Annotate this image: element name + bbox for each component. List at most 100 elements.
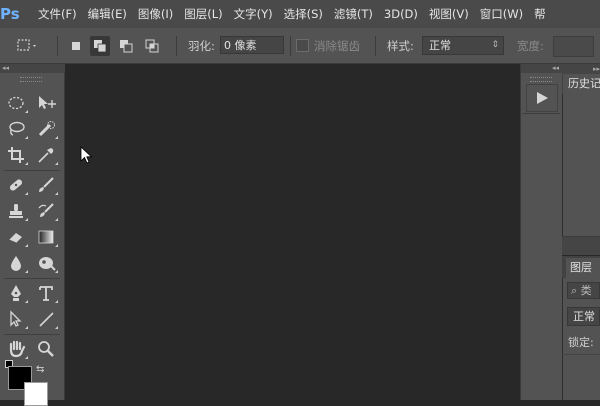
menu-edit[interactable]: 编辑(E) — [88, 0, 127, 28]
lasso-tool[interactable] — [4, 118, 28, 140]
style-select[interactable]: 正常 ⇕ — [422, 36, 504, 55]
dodge-icon — [39, 257, 56, 271]
type-icon — [39, 286, 53, 301]
separator — [290, 36, 291, 56]
type-tool[interactable] — [34, 282, 58, 304]
background-color-swatch[interactable] — [24, 382, 48, 406]
drop-icon — [11, 256, 21, 271]
anti-alias-checkbox[interactable] — [296, 39, 309, 52]
menu-filter[interactable]: 滤镜(T) — [334, 0, 373, 28]
new-selection-icon — [72, 42, 80, 50]
pen-icon — [11, 285, 21, 301]
eyedropper-icon — [38, 148, 54, 163]
clone-stamp-tool[interactable] — [4, 200, 28, 222]
strip-grip[interactable] — [530, 77, 552, 82]
layer-filter-label: 类 — [580, 284, 592, 297]
eyedropper-tool[interactable] — [34, 144, 58, 166]
path-selection-tool[interactable] — [4, 308, 28, 330]
eraser-tool[interactable] — [4, 226, 28, 248]
brush-tool[interactable] — [34, 174, 58, 196]
tool-group-indicator — [55, 270, 58, 273]
separator — [176, 36, 177, 56]
toolbar-separator — [4, 278, 60, 279]
lock-label: 锁定: — [568, 336, 594, 349]
toolbar-grip[interactable] — [20, 77, 42, 82]
ellipse-marquee-icon — [8, 96, 24, 110]
hand-tool[interactable] — [4, 338, 28, 360]
subtract-selection-button[interactable] — [116, 36, 136, 56]
menu-help[interactable]: 帮 — [534, 0, 546, 28]
blur-tool[interactable] — [4, 252, 28, 274]
new-selection-button[interactable] — [66, 36, 86, 56]
play-icon — [537, 92, 548, 104]
feather-input[interactable]: 0 像素 — [220, 36, 284, 54]
menu-view[interactable]: 视图(V) — [429, 0, 469, 28]
move-tool[interactable] — [34, 92, 58, 114]
quick-selection-tool[interactable] — [34, 118, 58, 140]
separator — [375, 36, 376, 56]
collapsed-panel-strip — [520, 64, 562, 400]
swap-colors-icon[interactable]: ⇆ — [36, 364, 44, 375]
width-input[interactable] — [553, 36, 594, 57]
width-label: 宽度: — [517, 39, 544, 53]
lasso-icon — [9, 121, 25, 136]
expand-panels-button[interactable]: ◂◂ — [521, 64, 562, 73]
blend-mode-select[interactable]: 正常 — [567, 307, 600, 326]
tool-group-indicator — [55, 326, 58, 329]
bandage-icon — [9, 179, 23, 191]
add-selection-button[interactable] — [90, 36, 110, 56]
separator — [57, 36, 58, 56]
tool-group-indicator — [55, 162, 58, 165]
zoom-tool[interactable] — [34, 338, 58, 360]
menu-3d[interactable]: 3D(D) — [384, 0, 418, 28]
tool-group-indicator — [25, 300, 28, 303]
line-icon — [39, 312, 54, 327]
tool-group-indicator — [55, 244, 58, 247]
marquee-tool[interactable] — [4, 92, 28, 114]
menu-image[interactable]: 图像(I) — [138, 0, 173, 28]
photoshop-logo: Ps — [0, 5, 20, 23]
eraser-icon — [8, 233, 22, 244]
menu-window[interactable]: 窗口(W) — [480, 0, 523, 28]
gradient-icon — [38, 230, 54, 244]
collapse-toolbar-button[interactable]: ◂◂ — [0, 64, 65, 73]
tab-history[interactable]: 历史记 — [563, 74, 600, 94]
actions-panel-button[interactable] — [526, 84, 558, 112]
tool-group-indicator — [25, 326, 28, 329]
history-brush-icon — [38, 203, 54, 217]
canvas-area[interactable] — [66, 64, 520, 400]
menu-items: 文件(F) 编辑(E) 图像(I) 图层(L) 文字(Y) 选择(S) 滤镜(T… — [38, 0, 557, 28]
tool-group-indicator — [25, 136, 28, 139]
history-panel-footer — [562, 236, 600, 255]
tool-group-indicator — [25, 356, 28, 359]
panel-collapse-bar[interactable]: ▸▸ — [562, 64, 600, 74]
add-selection-icon — [94, 40, 107, 53]
tool-group-indicator — [55, 218, 58, 221]
tool-group-indicator — [55, 192, 58, 195]
history-brush-tool[interactable] — [34, 200, 58, 222]
intersect-selection-button[interactable] — [142, 36, 162, 56]
layer-filter-select[interactable]: ⌕ 类 — [567, 282, 600, 299]
menu-layer[interactable]: 图层(L) — [184, 0, 222, 28]
crop-icon — [8, 147, 24, 163]
gradient-tool[interactable] — [34, 226, 58, 248]
marquee-preset-button[interactable] — [14, 36, 36, 56]
dodge-tool[interactable] — [34, 252, 58, 274]
tool-group-indicator — [55, 300, 58, 303]
tab-layers[interactable]: 图层 — [566, 258, 600, 278]
menu-select[interactable]: 选择(S) — [284, 0, 323, 28]
subtract-selection-icon — [120, 40, 133, 53]
spot-healing-tool[interactable] — [4, 174, 28, 196]
pen-tool[interactable] — [4, 282, 28, 304]
line-tool[interactable] — [34, 308, 58, 330]
crop-tool[interactable] — [4, 144, 28, 166]
style-label: 样式: — [387, 39, 414, 53]
menu-type[interactable]: 文字(Y) — [234, 0, 273, 28]
tool-group-indicator — [25, 270, 28, 273]
brush-icon — [39, 177, 54, 192]
move-icon — [39, 96, 56, 109]
menu-file[interactable]: 文件(F) — [38, 0, 77, 28]
tool-group-indicator — [25, 192, 28, 195]
chevron-updown-icon: ⇕ — [491, 40, 499, 50]
search-icon: ⌕ — [571, 284, 578, 297]
